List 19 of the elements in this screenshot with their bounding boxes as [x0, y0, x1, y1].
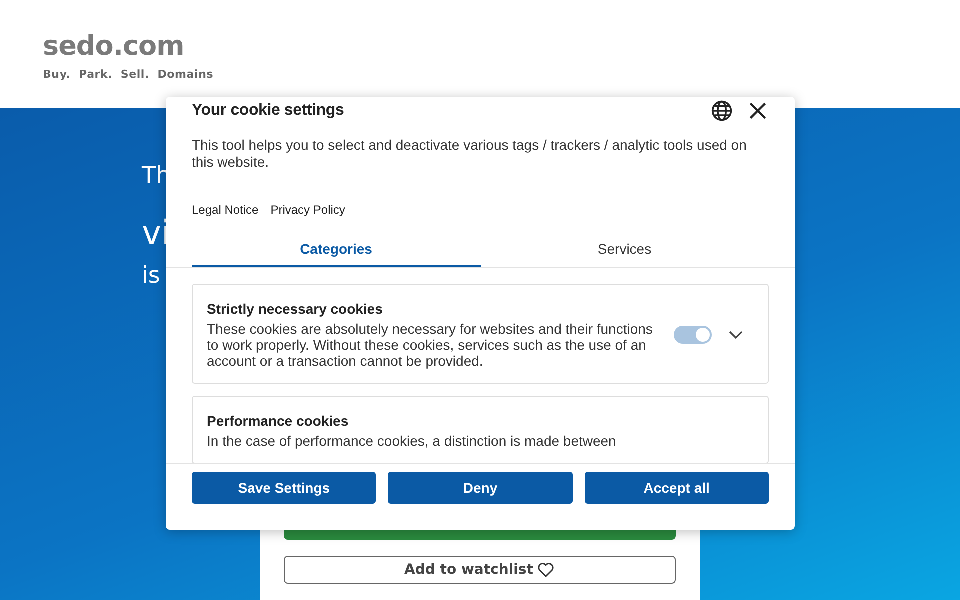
category-title: Strictly necessary cookies: [207, 301, 384, 317]
heart-icon: [537, 562, 556, 578]
footer-link[interactable]: Legal Notice: [192, 203, 259, 217]
close-icon[interactable]: [747, 100, 769, 122]
action-button[interactable]: Deny: [388, 472, 573, 504]
category-description: In the case of performance cookies, a distinction is made between: [207, 433, 618, 449]
watchlist-button[interactable]: Add to watchlist: [284, 556, 676, 584]
footer-link[interactable]: Privacy Policy: [270, 203, 346, 217]
tab[interactable]: Categories: [192, 241, 480, 267]
dialog-description: This tool helps you to select and deactivate various tags / trackers / analytic tools used on this website.: [192, 137, 748, 171]
category-title: Performance cookies: [207, 413, 350, 429]
tab[interactable]: Services: [480, 241, 769, 267]
hero-text: is: [142, 263, 160, 289]
sedo-logo[interactable]: sedo.com Buy. Park. Sell. Domains: [43, 33, 214, 89]
action-button[interactable]: Save Settings: [192, 472, 376, 504]
globe-icon[interactable]: [711, 100, 733, 122]
category-description: These cookies are absolutely necessary for websites and their functions to work properly. Without these cookies, services such as the use of an account or a transaction cannot be provided.: [207, 321, 654, 369]
action-button[interactable]: Accept all: [584, 472, 769, 504]
dialog-title: Your cookie settings: [192, 102, 346, 120]
